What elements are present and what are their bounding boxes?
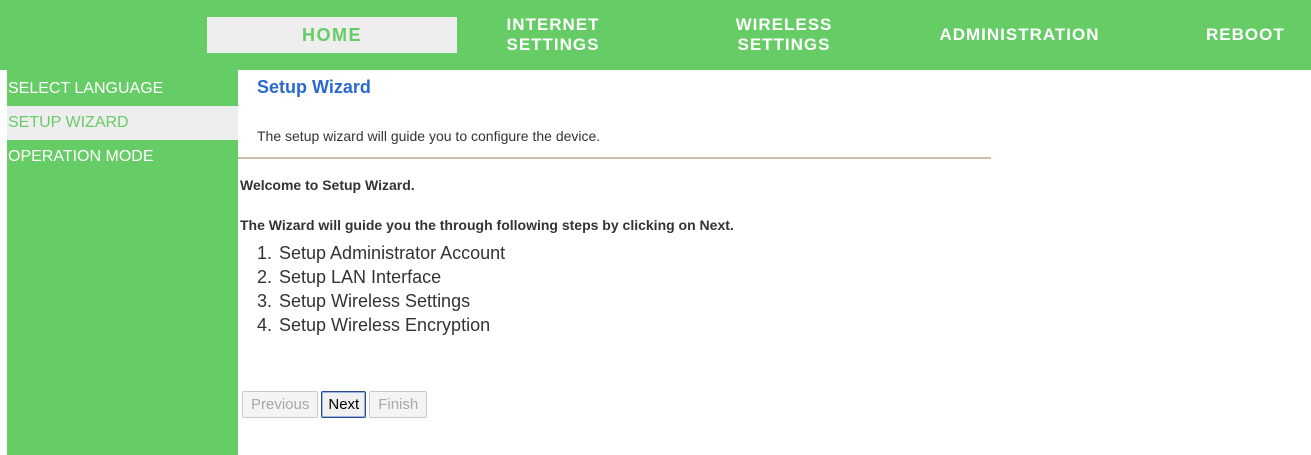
welcome-text: Welcome to Setup Wizard.: [240, 177, 415, 193]
nav-tab-home-label: HOME: [302, 25, 362, 45]
page-title: Setup Wizard: [257, 77, 371, 97]
nav-tab-wireless-settings[interactable]: WIRELESS SETTINGS: [698, 0, 870, 70]
sidebar: SELECT LANGUAGE SETUP WIZARD OPERATION M…: [7, 70, 238, 455]
nav-tab-administration[interactable]: ADMINISTRATION: [912, 0, 1127, 70]
sidebar-item-label: OPERATION MODE: [8, 148, 154, 165]
divider: [238, 157, 991, 159]
sidebar-item-label: SELECT LANGUAGE: [8, 80, 164, 97]
list-item: 2. Setup LAN Interface: [257, 265, 505, 289]
main-content: Setup Wizard The setup wizard will guide…: [238, 70, 1311, 455]
list-item: 4. Setup Wireless Encryption: [257, 313, 505, 337]
intro-text: The Wizard will guide you the through fo…: [240, 217, 734, 233]
step-number: 4.: [257, 315, 273, 335]
finish-button[interactable]: Finish: [369, 391, 428, 418]
step-number: 3.: [257, 291, 273, 311]
list-item: 3. Setup Wireless Settings: [257, 289, 505, 313]
nav-tab-reboot-label: REBOOT: [1206, 25, 1285, 44]
nav-tab-internet-settings[interactable]: INTERNET SETTINGS: [468, 0, 638, 70]
step-text: Setup Administrator Account: [279, 243, 506, 263]
wizard-buttons: Previous Next Finish: [242, 391, 428, 418]
list-item: 1. Setup Administrator Account: [257, 241, 505, 265]
sidebar-item-setup-wizard[interactable]: SETUP WIZARD: [7, 106, 238, 140]
sidebar-item-select-language[interactable]: SELECT LANGUAGE: [7, 72, 238, 106]
step-number: 1.: [257, 243, 273, 263]
nav-tab-reboot[interactable]: REBOOT: [1190, 0, 1311, 70]
page-subtitle: The setup wizard will guide you to confi…: [257, 128, 601, 144]
nav-tab-administration-label: ADMINISTRATION: [939, 25, 1100, 44]
previous-button[interactable]: Previous: [242, 391, 319, 418]
nav-tab-internet-settings-label: INTERNET SETTINGS: [506, 15, 600, 54]
sidebar-item-label: SETUP WIZARD: [8, 114, 129, 131]
next-button[interactable]: Next: [321, 391, 367, 418]
steps-list: 1. Setup Administrator Account 2. Setup LA…: [257, 241, 505, 337]
nav-tab-wireless-settings-label: WIRELESS SETTINGS: [735, 15, 833, 54]
sidebar-item-operation-mode[interactable]: OPERATION MODE: [7, 140, 238, 174]
step-text: Setup Wireless Encryption: [279, 315, 491, 335]
step-text: Setup Wireless Settings: [279, 291, 471, 311]
top-nav-bar: HOME INTERNET SETTINGS WIRELESS SETTINGS…: [0, 0, 1311, 70]
step-text: Setup LAN Interface: [279, 267, 442, 287]
nav-tab-home[interactable]: HOME: [207, 17, 457, 53]
step-number: 2.: [257, 267, 273, 287]
